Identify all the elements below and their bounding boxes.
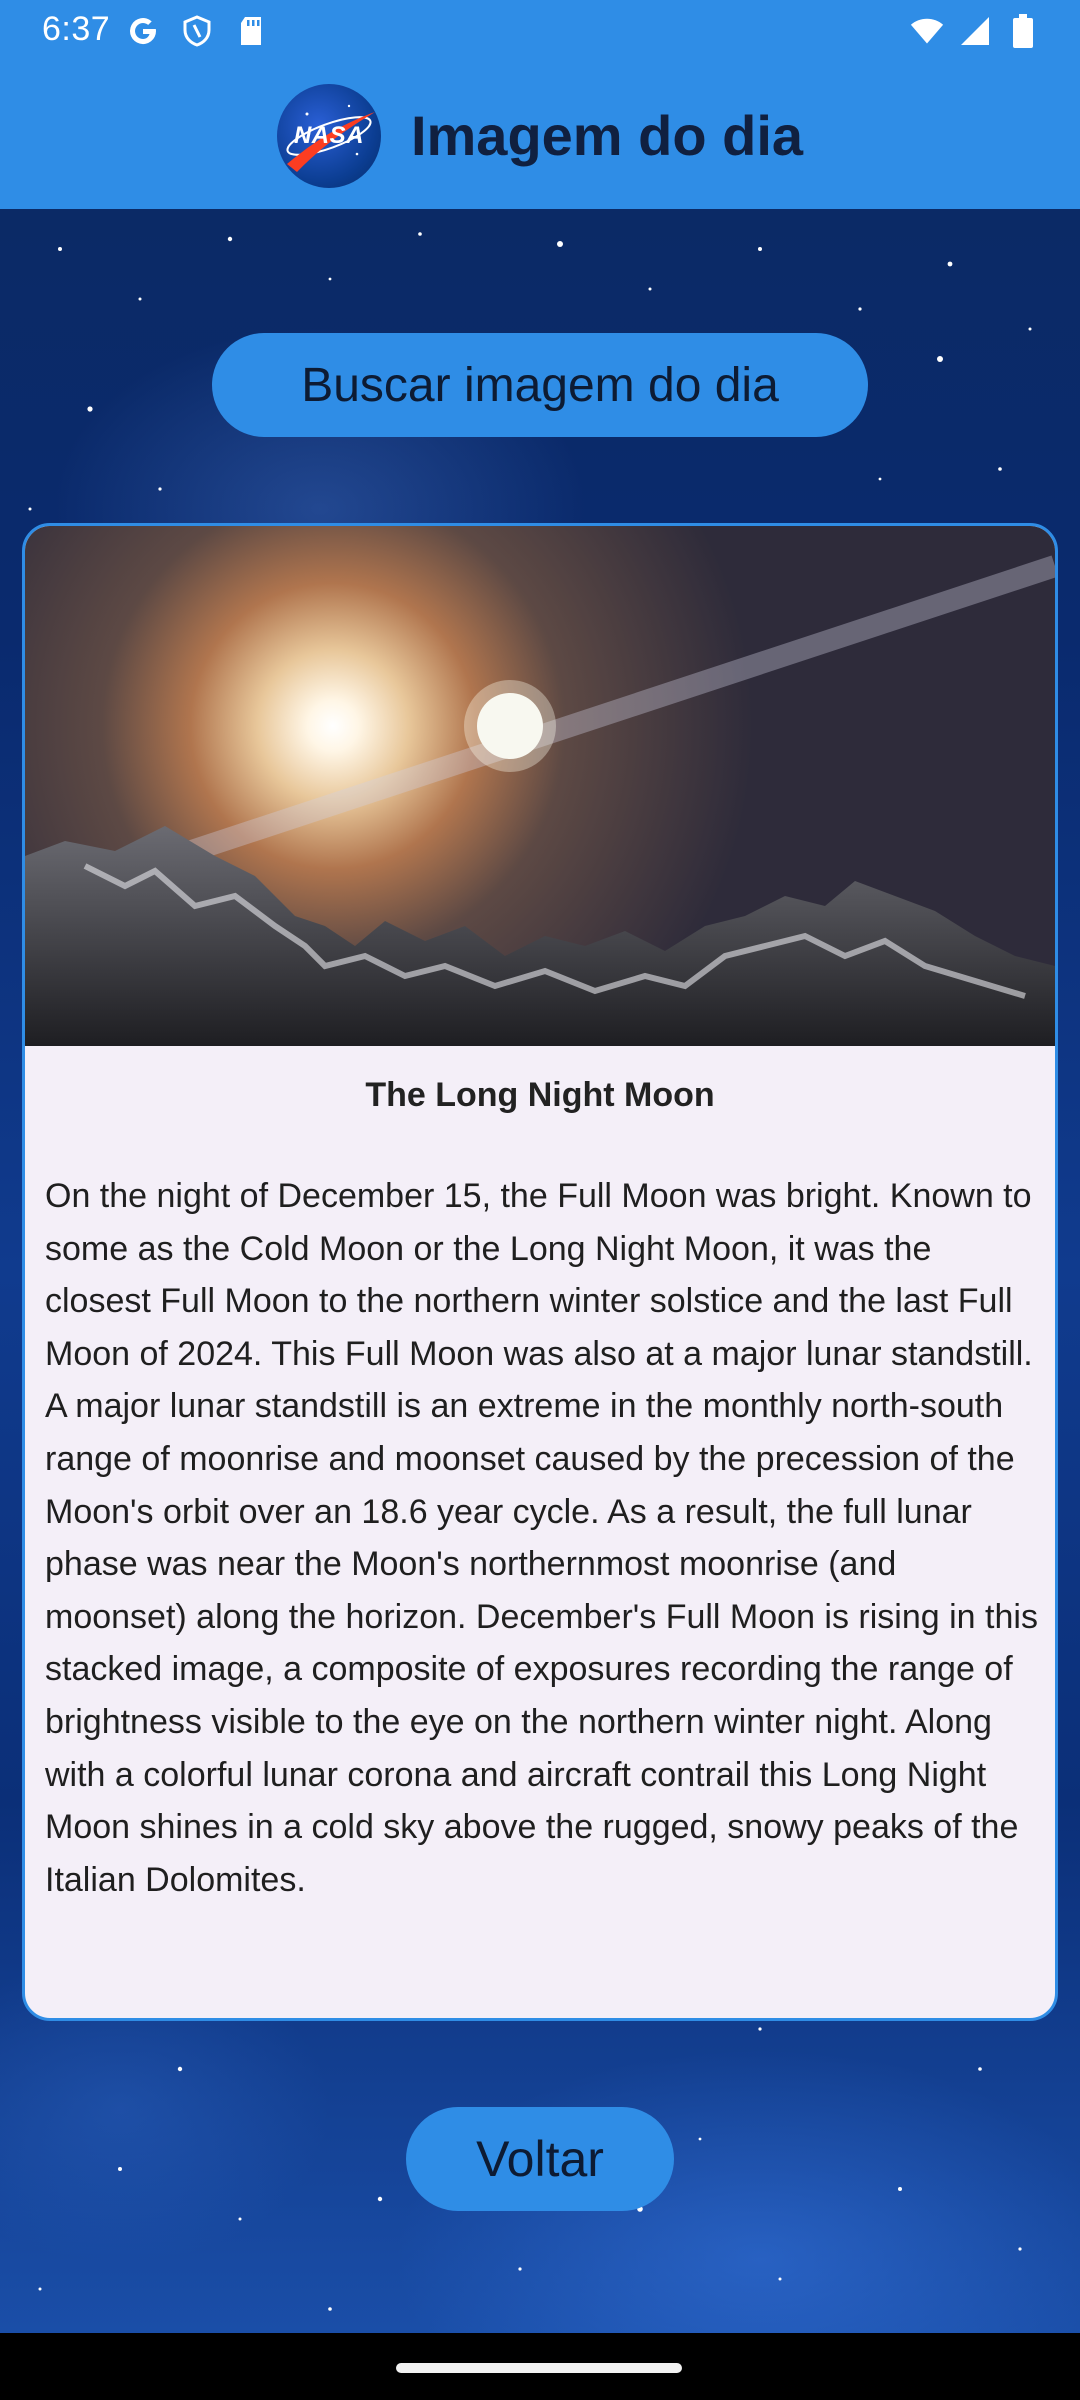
nasa-logo: NASA	[276, 83, 381, 188]
wifi-icon	[910, 14, 944, 48]
status-bar: 6:37	[0, 0, 1080, 62]
signal-icon	[958, 14, 992, 48]
apod-title: The Long Night Moon	[365, 1076, 715, 1114]
google-icon	[126, 14, 160, 48]
page-title: Imagem do dia	[410, 104, 804, 167]
apod-image	[25, 526, 1055, 1046]
shield-icon	[180, 14, 214, 48]
apod-card: The Long Night Moon On the night of Dece…	[22, 523, 1058, 2021]
sd-card-icon	[234, 14, 268, 48]
battery-icon	[1006, 14, 1040, 48]
app-bar: NASA Imagem do dia	[0, 62, 1080, 209]
back-button[interactable]: Voltar	[406, 2107, 674, 2211]
top-app-area: 6:37 NASA Imagem do dia	[0, 0, 1080, 209]
home-indicator[interactable]	[396, 2363, 682, 2373]
status-time: 6:37	[42, 10, 111, 48]
fetch-image-button[interactable]: Buscar imagem do dia	[212, 333, 868, 437]
space-background: Buscar imagem do dia The Long Night Moon…	[0, 209, 1080, 2333]
apod-explanation: On the night of December 15, the Full Mo…	[45, 1177, 1038, 1899]
